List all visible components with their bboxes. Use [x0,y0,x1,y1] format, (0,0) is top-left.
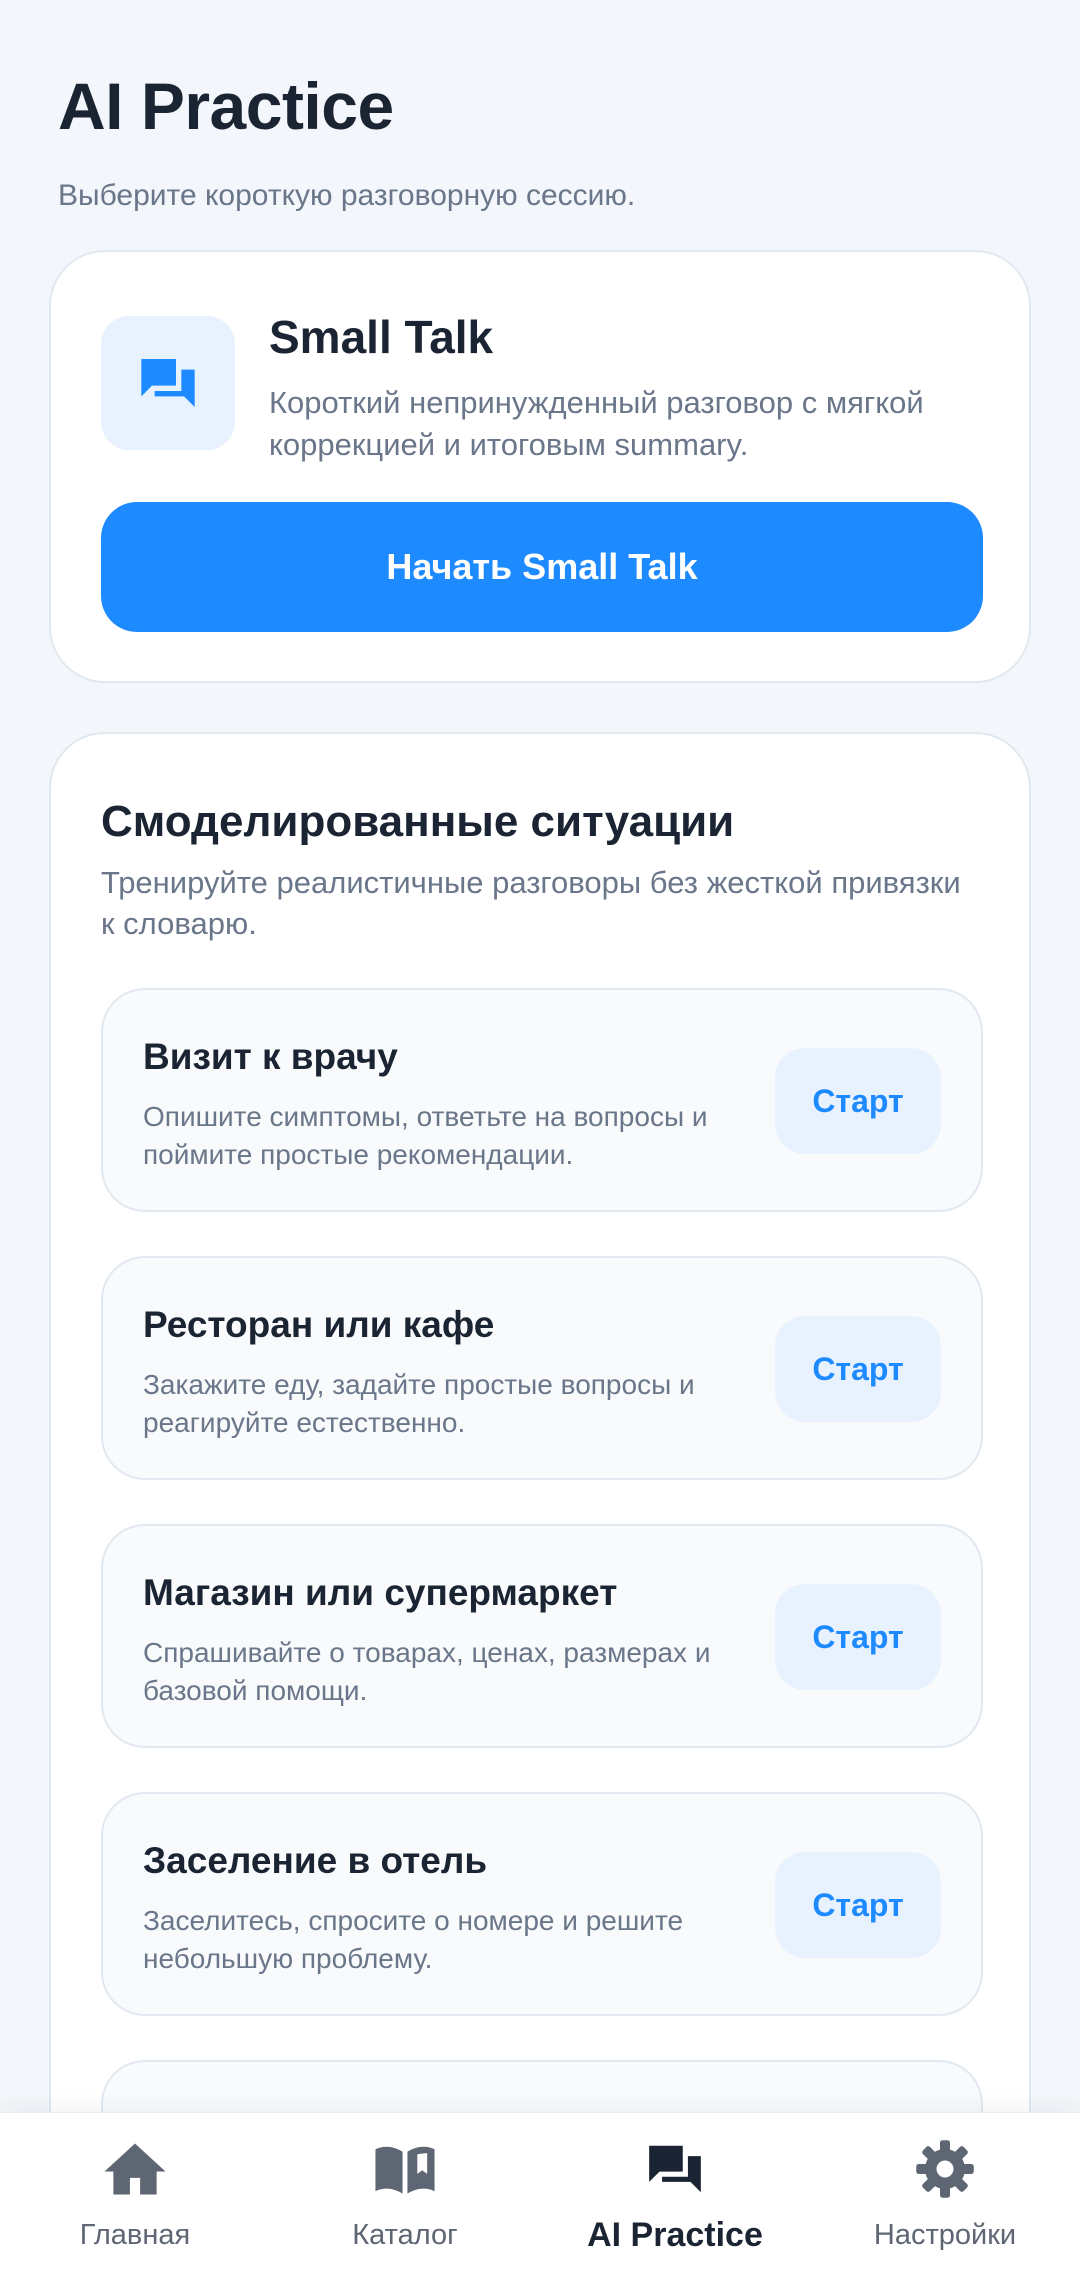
scenario-item-shop: Магазин или супермаркет Спрашивайте о то… [101,1524,983,1748]
home-icon [103,2137,167,2201]
scenario-title: Заселение в отель [143,1840,488,1881]
nav-item-settings[interactable]: Настройки [810,2113,1080,2270]
scenario-item-restaurant: Ресторан или кафе Закажите еду, задайте … [101,1256,983,1480]
scenario-item-doctor: Визит к врачу Опишите симптомы, ответьте… [101,988,983,1212]
scenario-title: Визит к врачу [143,1036,398,1077]
scenario-description: Закажите еду, задайте простые вопросы и … [143,1369,695,1438]
small-talk-card: Small Talk Короткий непринужденный разго… [49,250,1031,683]
nav-item-catalog[interactable]: Каталог [270,2113,540,2270]
nav-label: Настройки [873,2219,1017,2251]
chat-bubbles-icon [643,2137,707,2201]
nav-label: AI Practice [587,2216,763,2254]
scenario-title: Магазин или супермаркет [143,1572,618,1613]
nav-label: Главная [79,2219,191,2251]
situations-card: Смоделированные ситуации Тренируйте реал… [49,732,1031,2270]
small-talk-title: Small Talk [269,311,494,363]
bottom-navigation: Главная Каталог AI Practice Настройки [0,2112,1080,2270]
scenario-item-hotel: Заселение в отель Заселитесь, спросите о… [101,1792,983,2016]
scenario-description: Заселитесь, спросите о номере и решите н… [143,1905,684,1974]
situations-description: Тренируйте реалистичные разговоры без же… [101,865,961,941]
scenario-description: Спрашивайте о товарах, ценах, размерах и… [143,1637,711,1706]
page-header: AI Practice Выберите короткую разговорну… [58,66,1022,216]
nav-item-home[interactable]: Главная [0,2113,270,2270]
start-restaurant-button[interactable]: Старт [775,1316,941,1422]
small-talk-description: Короткий непринужденный разговор с мягко… [269,385,924,462]
page-title: AI Practice [58,69,394,143]
chat-bubbles-icon [101,316,235,450]
scenario-description: Опишите симптомы, ответьте на вопросы и … [143,1101,708,1170]
start-small-talk-button[interactable]: Начать Small Talk [101,502,983,632]
start-shop-button[interactable]: Старт [775,1584,941,1690]
start-doctor-button[interactable]: Старт [775,1048,941,1154]
scenario-title: Ресторан или кафе [143,1304,495,1345]
gear-icon [913,2137,977,2201]
nav-item-ai-practice[interactable]: AI Practice [540,2113,810,2270]
page-subtitle: Выберите короткую разговорную сессию. [58,179,636,212]
ai-practice-screen: AI Practice Выберите короткую разговорну… [0,0,1080,2270]
nav-label: Каталог [352,2219,458,2251]
book-icon [373,2137,437,2201]
start-hotel-button[interactable]: Старт [775,1852,941,1958]
situations-title: Смоделированные ситуации [101,797,735,846]
